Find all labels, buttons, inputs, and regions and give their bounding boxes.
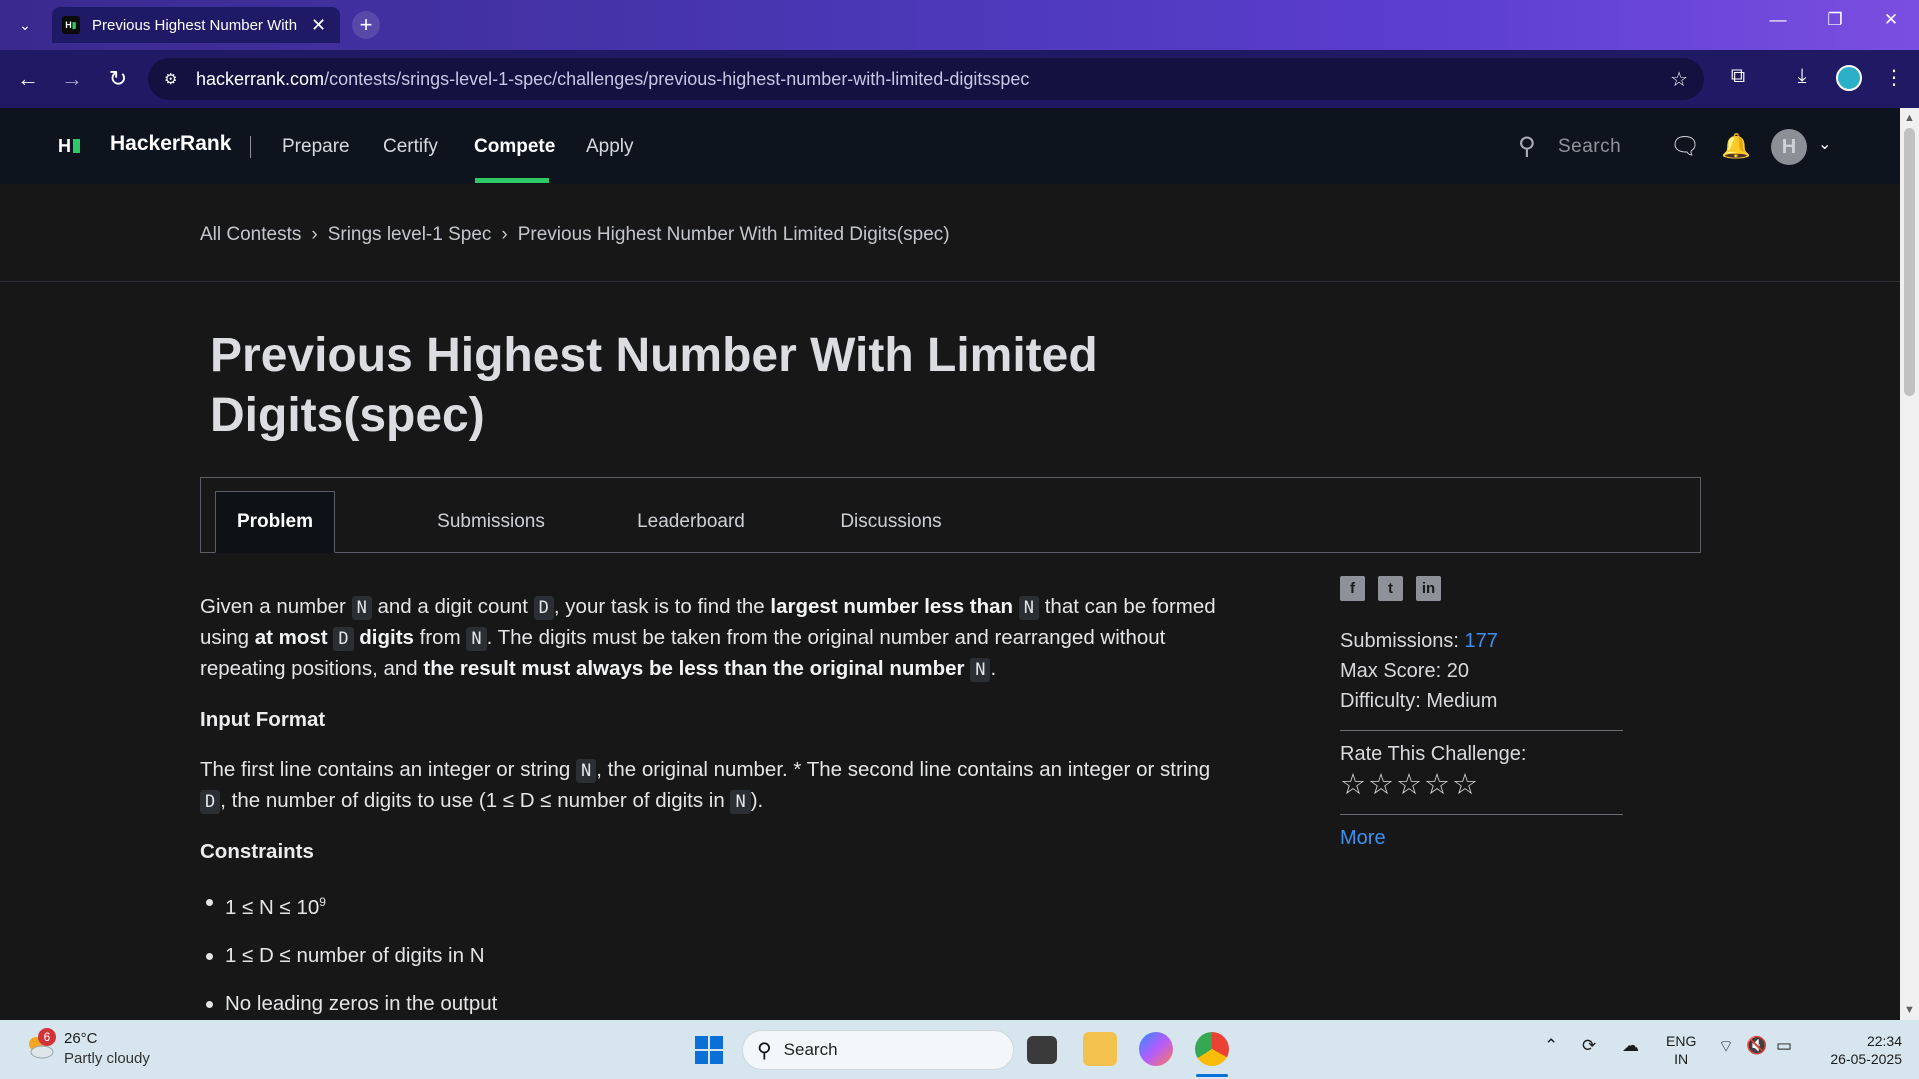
tab-submissions[interactable]: Submissions: [391, 491, 591, 553]
max-score: Max Score: 20: [1340, 660, 1469, 682]
profile-avatar-icon[interactable]: [1836, 65, 1862, 91]
onedrive-cloud-icon[interactable]: ☁: [1622, 1036, 1639, 1056]
tab-problem[interactable]: Problem: [215, 491, 335, 553]
download-icon[interactable]: ⤓: [1788, 65, 1816, 88]
restore-button[interactable]: ❐: [1815, 10, 1855, 30]
scroll-down-arrow-icon[interactable]: ▼: [1904, 1004, 1915, 1016]
minimize-button[interactable]: —: [1758, 10, 1798, 30]
url-text: hackerrank.com/contests/srings-level-1-s…: [196, 68, 1030, 89]
tab-search-chevron-icon[interactable]: ⌄: [10, 11, 40, 39]
divider: [0, 281, 1900, 282]
language-indicator[interactable]: ENG IN: [1666, 1032, 1696, 1068]
nav-divider: [250, 136, 251, 158]
clock[interactable]: 22:34 26-05-2025: [1818, 1032, 1902, 1068]
list-item: No leading zeros in the output: [200, 989, 1230, 1019]
tab-leaderboard[interactable]: Leaderboard: [591, 491, 791, 553]
tab-close-icon[interactable]: ✕: [311, 15, 326, 36]
taskbar-search[interactable]: ⚲ Search: [742, 1030, 1014, 1070]
search-icon[interactable]: ⚲: [1518, 132, 1536, 161]
challenge-tabs: Problem Submissions Leaderboard Discussi…: [200, 477, 1701, 553]
copilot-icon[interactable]: [1139, 1032, 1173, 1066]
twitter-icon[interactable]: t: [1378, 576, 1403, 601]
rate-label: Rate This Challenge:: [1340, 743, 1527, 765]
problem-statement: Given a number N and a digit count D, yo…: [200, 592, 1230, 1037]
nav-compete[interactable]: Compete: [474, 136, 555, 158]
scroll-up-arrow-icon[interactable]: ▲: [1904, 112, 1915, 124]
volume-muted-icon[interactable]: 🔇: [1746, 1036, 1767, 1056]
more-link[interactable]: More: [1340, 827, 1623, 850]
challenge-sidebar: f t in Submissions: 177 Max Score: 20 Di…: [1340, 576, 1623, 850]
chevron-down-icon[interactable]: ⌄: [1818, 134, 1831, 154]
difficulty: Difficulty: Medium: [1340, 690, 1498, 712]
windows-taskbar: 6 26°C Partly cloudy ⚲ Search ⌃ ⟳ ☁ ENG I…: [0, 1020, 1919, 1079]
browser-tab-strip: ⌄ H ▮ Previous Highest Number With ✕ + — …: [0, 0, 1919, 50]
tab-title: Previous Highest Number With: [92, 16, 297, 34]
chevron-right-icon: ›: [311, 224, 318, 245]
chevron-right-icon: ›: [501, 224, 508, 245]
list-item: 1 ≤ D ≤ number of digits in N: [200, 941, 1230, 971]
sync-icon[interactable]: ⟳: [1582, 1036, 1596, 1056]
site-info-icon[interactable]: ⚙: [164, 70, 184, 88]
search-input[interactable]: Search: [1558, 136, 1621, 158]
messages-icon[interactable]: 🗨: [1670, 132, 1700, 161]
input-format-heading: Input Format: [200, 708, 326, 731]
task-view-icon[interactable]: [1027, 1036, 1057, 1064]
divider: [1340, 730, 1623, 731]
taskbar-search-label: Search: [783, 1040, 838, 1059]
divider: [1340, 814, 1623, 815]
wifi-icon[interactable]: ⌔: [1718, 1036, 1734, 1057]
breadcrumb-all-contests[interactable]: All Contests: [200, 224, 301, 245]
forward-button[interactable]: →: [58, 65, 86, 93]
tab-discussions[interactable]: Discussions: [791, 491, 991, 553]
submissions-count: Submissions: 177: [1340, 630, 1498, 652]
hackerrank-favicon-icon: H ▮: [62, 16, 80, 34]
hackerrank-logo-icon[interactable]: H: [58, 136, 80, 157]
search-icon: ⚲: [757, 1039, 772, 1062]
page-scrollbar[interactable]: ▲ ▼: [1900, 108, 1919, 1020]
battery-icon[interactable]: ▭: [1776, 1036, 1792, 1056]
show-hidden-icons-icon[interactable]: ⌃: [1544, 1036, 1558, 1056]
menu-kebab-icon[interactable]: ⋮: [1880, 65, 1908, 90]
breadcrumb-challenge[interactable]: Previous Highest Number With Limited Dig…: [518, 224, 950, 245]
page-title: Previous Highest Number With Limited Dig…: [210, 329, 1098, 442]
constraints-list: 1 ≤ N ≤ 109 1 ≤ D ≤ number of digits in …: [200, 887, 1230, 1019]
nav-apply[interactable]: Apply: [586, 136, 634, 158]
active-app-indicator: [1196, 1074, 1228, 1077]
brand-name[interactable]: HackerRank: [110, 132, 231, 156]
browser-tab-active[interactable]: H ▮ Previous Highest Number With ✕: [52, 7, 340, 43]
nav-prepare[interactable]: Prepare: [282, 136, 350, 158]
rating-stars[interactable]: ☆☆☆☆☆: [1340, 770, 1623, 800]
facebook-icon[interactable]: f: [1340, 576, 1365, 601]
problem-description: Given a number N and a digit count D, yo…: [200, 595, 1216, 682]
reload-button[interactable]: ↻: [104, 65, 132, 93]
linkedin-icon[interactable]: in: [1416, 576, 1441, 601]
user-avatar[interactable]: H: [1771, 129, 1807, 165]
scrollbar-thumb[interactable]: [1904, 128, 1915, 396]
chrome-icon[interactable]: [1195, 1032, 1229, 1066]
close-window-button[interactable]: ✕: [1871, 10, 1911, 30]
windows-start-icon[interactable]: [695, 1036, 723, 1064]
weather-temperature[interactable]: 26°C: [64, 1030, 98, 1047]
address-bar[interactable]: ⚙ hackerrank.com/contests/srings-level-1…: [148, 58, 1704, 100]
weather-description[interactable]: Partly cloudy: [64, 1050, 150, 1067]
file-explorer-icon[interactable]: [1083, 1032, 1117, 1066]
submissions-link[interactable]: 177: [1465, 630, 1498, 652]
input-format-text: The first line contains an integer or st…: [200, 758, 1211, 814]
share-icons: f t in: [1340, 576, 1623, 601]
nav-certify[interactable]: Certify: [383, 136, 438, 158]
bookmark-star-icon[interactable]: ☆: [1670, 67, 1688, 92]
back-button[interactable]: ←: [14, 65, 42, 93]
notifications-bell-icon[interactable]: 🔔: [1721, 132, 1751, 161]
constraints-heading: Constraints: [200, 840, 314, 863]
active-nav-indicator: [475, 178, 549, 183]
breadcrumb: All Contests › Srings level-1 Spec › Previou…: [200, 224, 950, 246]
list-item: 1 ≤ N ≤ 109: [200, 887, 1230, 923]
new-tab-button[interactable]: +: [352, 11, 380, 39]
browser-toolbar: ← → ↻ ⚙ hackerrank.com/contests/srings-l…: [0, 50, 1919, 108]
breadcrumb-contest[interactable]: Srings level-1 Spec: [328, 224, 492, 245]
weather-badge: 6: [38, 1028, 56, 1046]
site-header: H HackerRank Prepare Certify Compete App…: [0, 108, 1900, 184]
extensions-icon[interactable]: ⧉: [1724, 65, 1752, 88]
